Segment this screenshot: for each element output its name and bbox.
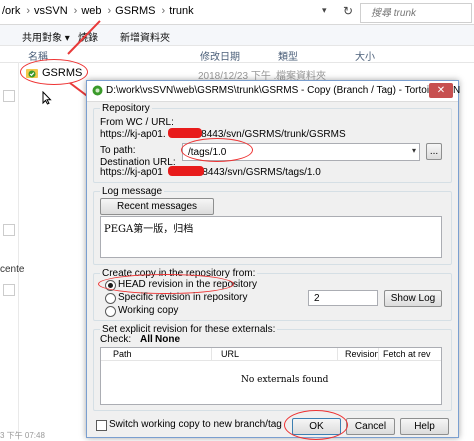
column-url[interactable]: URL — [221, 349, 239, 359]
check-all-link[interactable]: All — [140, 334, 153, 345]
to-path-label: To path: — [100, 145, 136, 156]
chevron-down-icon[interactable]: ▾ — [412, 146, 416, 155]
column-path[interactable]: Path — [113, 349, 132, 359]
status-bar: 3 下午 07:48 — [0, 431, 45, 440]
new-folder-button[interactable]: 新增資料夾 — [120, 29, 170, 44]
dialog-title: D:\work\vsSVN\web\GSRMS\trunk\GSRMS - Co… — [106, 85, 461, 96]
tortoisesvn-icon — [92, 85, 103, 96]
no-externals-text: No externals found — [241, 375, 329, 385]
search-box[interactable] — [360, 3, 473, 23]
dest-url-suffix: t:8443/svn/GSRMS/tags/1.0 — [196, 167, 321, 178]
column-size[interactable]: 大小 — [355, 48, 375, 63]
navigation-pane[interactable] — [0, 62, 19, 440]
revision-input[interactable] — [312, 291, 381, 305]
breadcrumb-separator: › — [161, 5, 166, 17]
breadcrumb-item[interactable]: web — [81, 5, 101, 17]
breadcrumb-separator: › — [26, 5, 31, 17]
column-revision[interactable]: Revision — [345, 349, 380, 359]
column-type[interactable]: 類型 — [278, 48, 298, 63]
annotation-ellipse — [98, 274, 234, 294]
log-message-text: PEGA第一版，归档 — [104, 224, 194, 235]
annotation-ellipse — [284, 410, 348, 440]
specific-revision-radio[interactable] — [105, 293, 116, 304]
search-input[interactable] — [369, 4, 473, 22]
breadcrumb-separator: › — [107, 5, 112, 17]
breadcrumb-item[interactable]: /ork — [2, 5, 20, 17]
column-fetch-at-rev[interactable]: Fetch at rev — [383, 349, 431, 359]
switch-working-copy-checkbox[interactable] — [96, 420, 107, 431]
breadcrumb-item[interactable]: vsSVN — [34, 5, 68, 17]
nav-item-label[interactable]: cente — [0, 264, 24, 275]
specific-revision-label[interactable]: Specific revision in repository — [118, 292, 248, 303]
show-log-button[interactable]: Show Log — [384, 290, 442, 307]
address-bar[interactable]: /ork › vsSVN › web › GSRMS › trunk ▾ ↻ — [0, 0, 474, 25]
close-button[interactable]: ✕ — [429, 83, 453, 98]
revision-field[interactable] — [308, 290, 381, 306]
dialog-titlebar[interactable]: D:\work\vsSVN\web\GSRMS\trunk\GSRMS - Co… — [87, 81, 461, 102]
recent-messages-button[interactable]: Recent messages — [100, 198, 214, 215]
repository-label: Repository — [100, 103, 152, 114]
externals-list[interactable]: Path URL Revision Fetch at rev No extern… — [100, 347, 442, 405]
breadcrumb-item[interactable]: trunk — [169, 5, 193, 17]
folder-icon[interactable] — [3, 224, 15, 236]
breadcrumb[interactable]: /ork › vsSVN › web › GSRMS › trunk — [2, 5, 196, 17]
redaction-mark — [168, 128, 202, 138]
column-date[interactable]: 修改日期 — [200, 48, 240, 63]
annotation-ellipse — [20, 59, 88, 85]
destination-url-value: https://kj-ap01 t:8443/svn/GSRMS/tags/1.0 — [100, 167, 321, 178]
redaction-mark — [168, 166, 204, 176]
externals-list-header: Path URL Revision Fetch at rev — [101, 348, 441, 361]
breadcrumb-separator: › — [73, 5, 78, 17]
annotation-ellipse — [181, 138, 253, 162]
check-none-link[interactable]: None — [155, 334, 180, 345]
dest-url-prefix: https://kj-ap01 — [100, 167, 163, 178]
chevron-down-icon[interactable]: ▾ — [322, 5, 336, 19]
breadcrumb-item[interactable]: GSRMS — [115, 5, 155, 17]
cursor-icon — [42, 91, 52, 105]
folder-icon[interactable] — [3, 90, 15, 102]
help-button[interactable]: Help — [400, 418, 449, 435]
working-copy-radio[interactable] — [105, 306, 116, 317]
refresh-icon[interactable]: ↻ — [343, 4, 361, 20]
explorer-toolbar: 共用對象 ▾ 燒錄 新增資料夾 — [0, 25, 474, 46]
cancel-button[interactable]: Cancel — [346, 418, 395, 435]
from-url-label: From WC / URL: — [100, 117, 174, 128]
share-menu-button[interactable]: 共用對象 ▾ — [22, 29, 70, 44]
from-url-prefix: https://kj-ap01. — [100, 129, 166, 140]
log-message-label: Log message — [100, 186, 165, 197]
switch-working-copy-label[interactable]: Switch working copy to new branch/tag — [109, 419, 282, 430]
folder-icon[interactable] — [3, 284, 15, 296]
working-copy-label[interactable]: Working copy — [118, 305, 178, 316]
browse-button[interactable]: ... — [426, 143, 442, 160]
log-message-textarea[interactable]: PEGA第一版，归档 — [100, 216, 442, 258]
copy-branch-tag-dialog: D:\work\vsSVN\web\GSRMS\trunk\GSRMS - Co… — [86, 80, 461, 440]
check-label: Check: — [100, 334, 132, 345]
